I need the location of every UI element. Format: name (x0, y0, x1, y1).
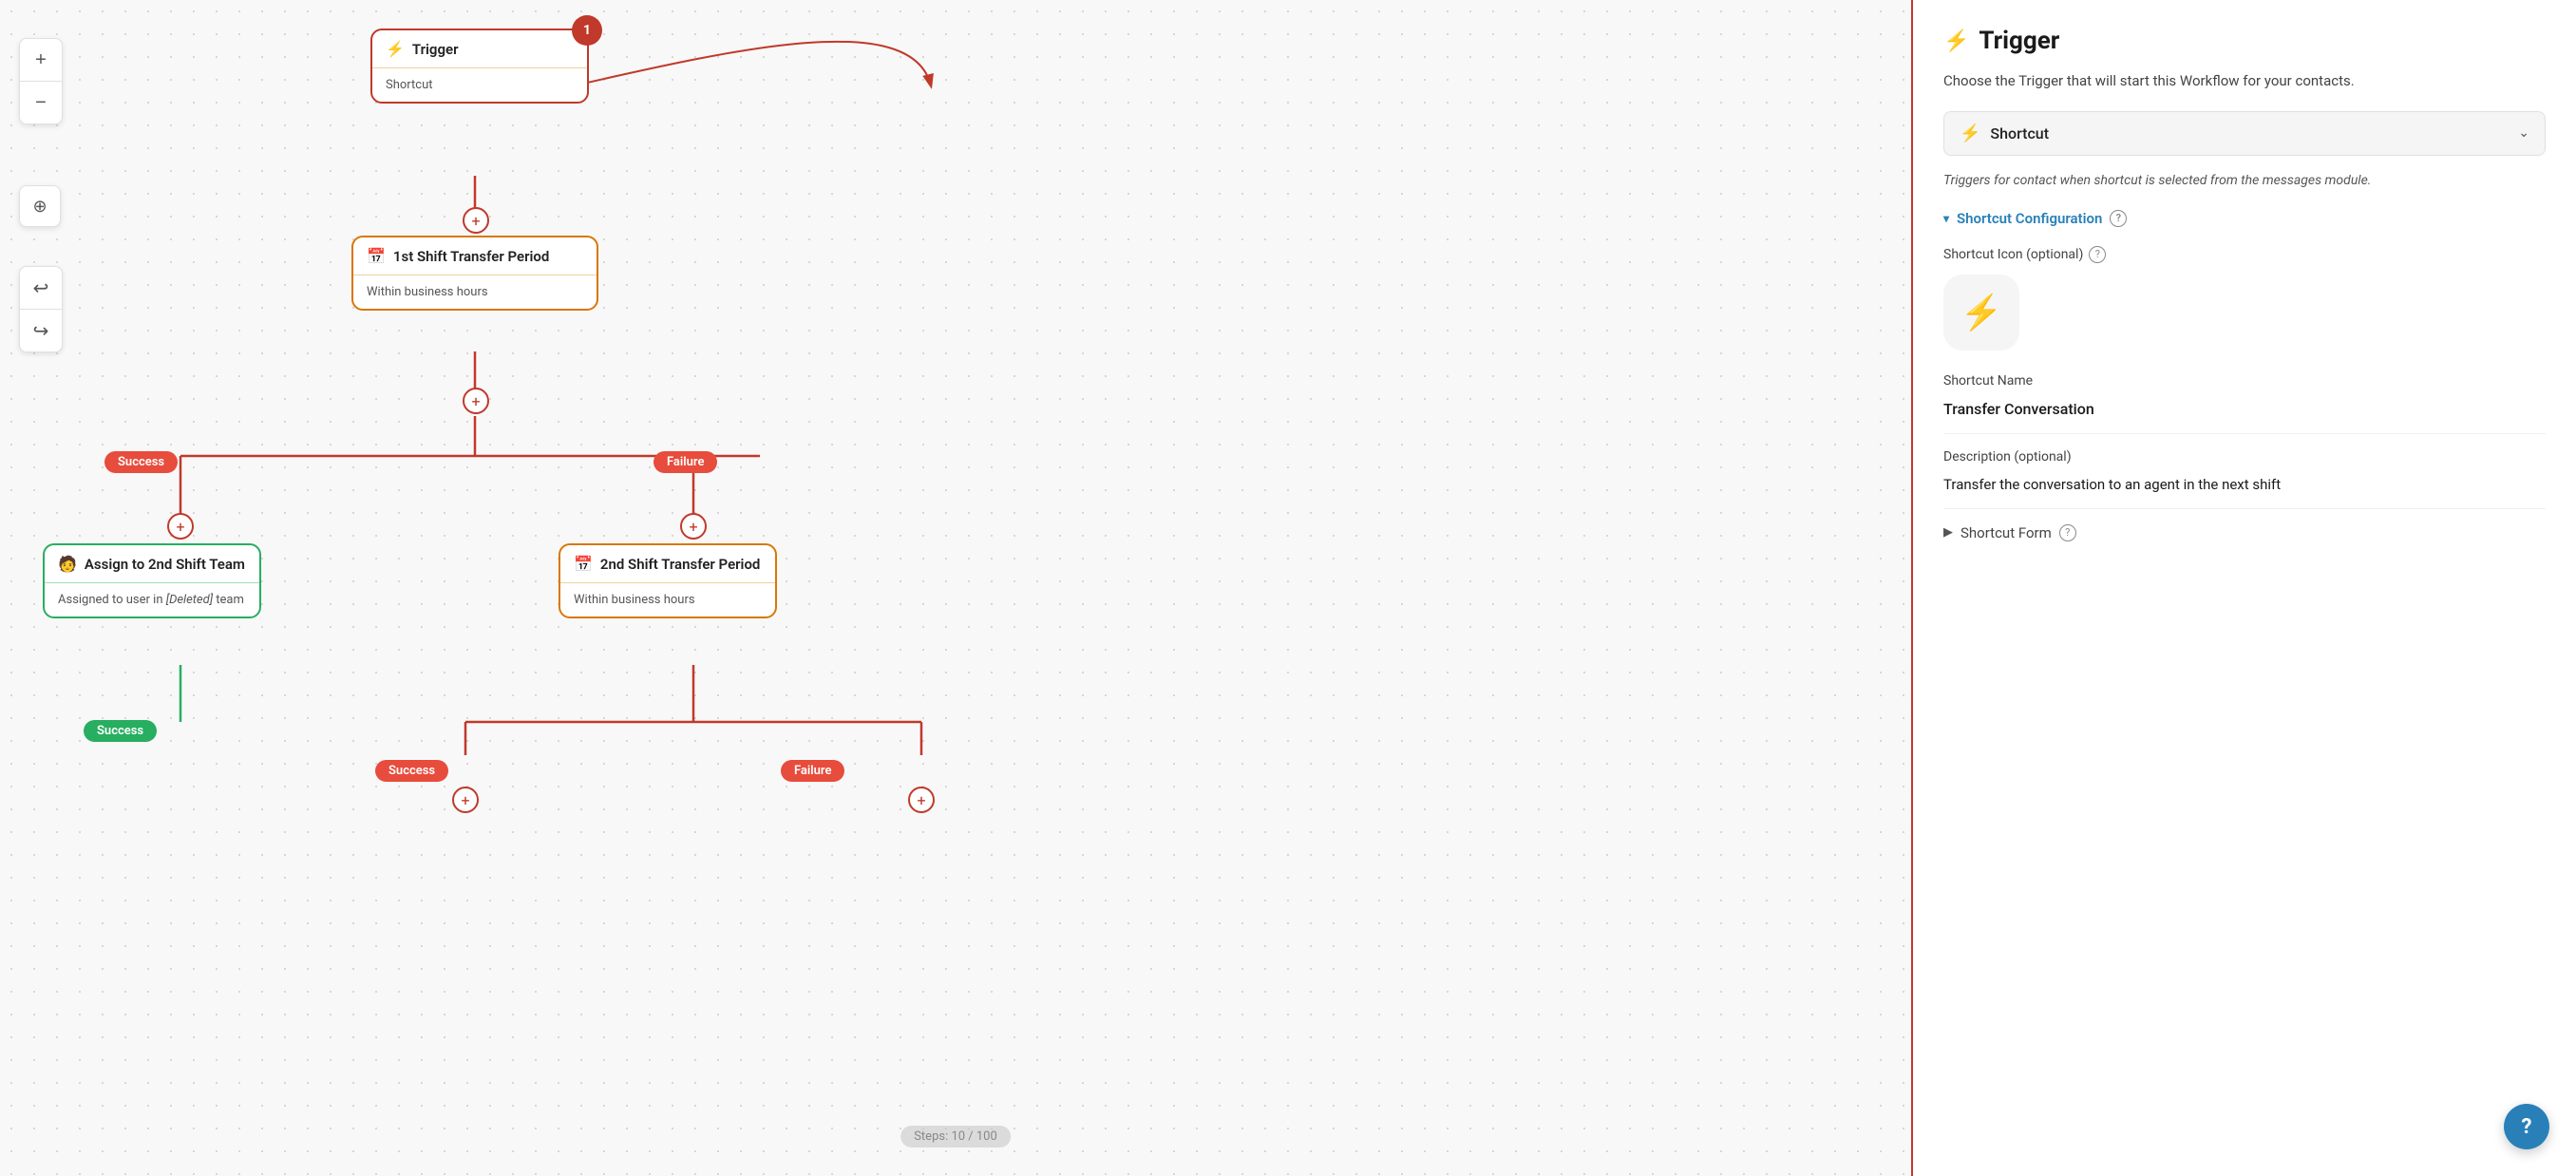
shift2-node[interactable]: 📅 2nd Shift Transfer Period Within busin… (559, 543, 777, 618)
shortcut-name-value: Transfer Conversation (1943, 400, 2546, 434)
success-label-3: Success (84, 720, 157, 742)
undo-redo-controls: ↩ ↪ (19, 266, 63, 352)
redo-button[interactable]: ↪ (20, 310, 62, 351)
shift2-node-body: Within business hours (560, 583, 775, 616)
shift2-node-header: 📅 2nd Shift Transfer Period (560, 545, 775, 583)
trigger-node-body: Shortcut (372, 68, 587, 102)
config-help-icon[interactable]: ? (2110, 210, 2127, 227)
trigger-node-header: ⚡ Trigger (372, 30, 587, 68)
undo-button[interactable]: ↩ (20, 267, 62, 309)
add-button-4[interactable]: + (680, 513, 707, 540)
shift1-node-body: Within business hours (353, 275, 597, 309)
trigger-dropdown[interactable]: ⚡ Shortcut ⌄ (1943, 111, 2546, 156)
shortcut-name-label: Shortcut Name (1943, 373, 2546, 389)
person-icon: 🧑 (58, 555, 77, 573)
node-badge: 1 (572, 15, 602, 46)
shortcut-icon-label: Shortcut Icon (optional) ? (1943, 246, 2546, 263)
shortcut-config-toggle[interactable]: ▾ Shortcut Configuration ? (1943, 210, 2546, 227)
dropdown-lightning-icon: ⚡ (1960, 123, 1980, 143)
add-button-2[interactable]: + (463, 388, 489, 414)
add-button-5[interactable]: + (452, 787, 479, 813)
zoom-out-button[interactable]: − (20, 82, 62, 123)
help-button[interactable]: ? (2504, 1104, 2549, 1149)
panel-title: ⚡ Trigger (1943, 27, 2546, 55)
shortcut-icon-box[interactable]: ⚡ (1943, 275, 2019, 351)
shortcut-icon-lightning: ⚡ (1960, 293, 2003, 332)
zoom-in-button[interactable]: + (20, 39, 62, 81)
dropdown-chevron-icon: ⌄ (2518, 125, 2529, 141)
lightning-icon: ⚡ (386, 40, 405, 58)
description-value: Transfer the conversation to an agent in… (1943, 476, 2546, 509)
trigger-dropdown-left: ⚡ Shortcut (1960, 123, 2049, 143)
assign-node-header: 🧑 Assign to 2nd Shift Team (45, 545, 259, 583)
assign-node-body: Assigned to user in [Deleted] team (45, 583, 259, 616)
trigger-description-italic: Triggers for contact when shortcut is se… (1943, 171, 2546, 191)
form-chevron-icon: ▶ (1943, 525, 1953, 540)
shortcut-form-toggle[interactable]: ▶ Shortcut Form ? (1943, 524, 2546, 541)
success-label-2: Success (375, 760, 448, 782)
success-label-1: Success (104, 451, 178, 473)
shift1-node-header: 📅 1st Shift Transfer Period (353, 237, 597, 275)
steps-counter: Steps: 10 / 100 (900, 1126, 1011, 1148)
description-label: Description (optional) (1943, 449, 2546, 465)
failure-label-1: Failure (653, 451, 717, 473)
calendar-icon-2: 📅 (574, 555, 593, 573)
zoom-controls: + − (19, 38, 63, 124)
panel-description: Choose the Trigger that will start this … (1943, 70, 2546, 92)
failure-label-2: Failure (781, 760, 844, 782)
flow-connections (0, 0, 1911, 1176)
add-button-6[interactable]: + (908, 787, 935, 813)
calendar-icon-1: 📅 (367, 247, 386, 265)
config-chevron-icon: ▾ (1943, 212, 1949, 225)
shift1-node[interactable]: 📅 1st Shift Transfer Period Within busin… (351, 236, 598, 311)
workflow-canvas: + − ⊕ ↩ ↪ 1 ⚡ Trigger Shortcut + 📅 1st S… (0, 0, 1911, 1176)
panel-title-icon: ⚡ (1943, 29, 1969, 53)
trigger-node[interactable]: 1 ⚡ Trigger Shortcut (370, 28, 589, 104)
assign-node[interactable]: 🧑 Assign to 2nd Shift Team Assigned to u… (43, 543, 261, 618)
add-button-3[interactable]: + (167, 513, 194, 540)
add-button-1[interactable]: + (463, 207, 489, 234)
right-panel: ⚡ Trigger Choose the Trigger that will s… (1911, 0, 2576, 1176)
form-help-icon[interactable]: ? (2059, 524, 2076, 541)
target-button[interactable]: ⊕ (19, 185, 61, 227)
icon-help-icon[interactable]: ? (2089, 246, 2106, 263)
